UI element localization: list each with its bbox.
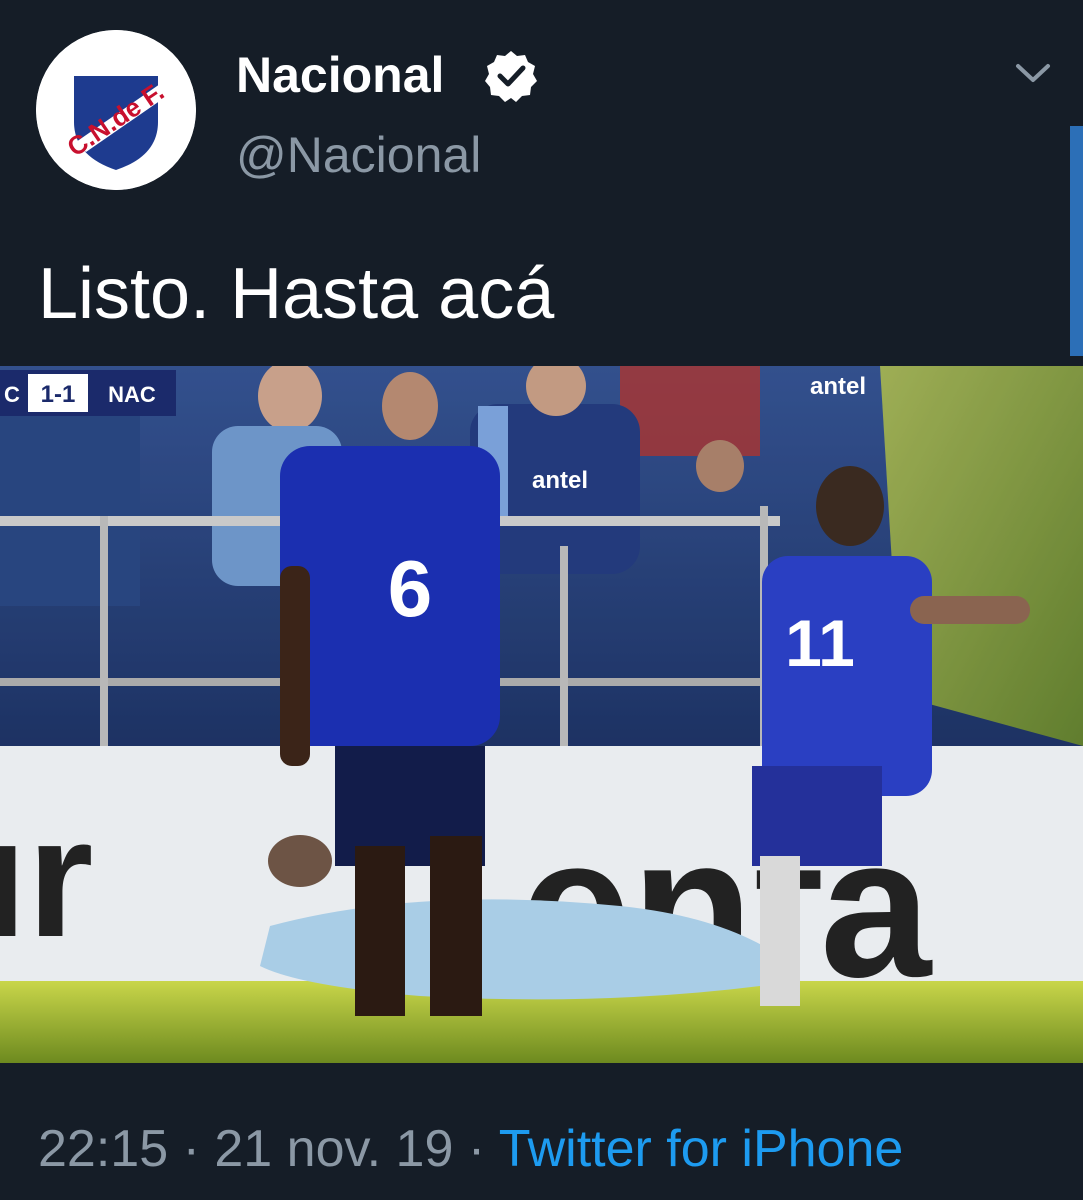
verified-badge-icon xyxy=(485,51,537,102)
scroll-indicator xyxy=(1070,126,1083,356)
svg-text:ır: ır xyxy=(0,783,93,973)
club-crest-icon: C.N.de F. xyxy=(36,30,196,190)
sponsor-top-text: antel xyxy=(810,373,866,400)
tweet-meta: 22:15 · 21 nov. 19 · Twitter for iPhone xyxy=(38,1118,903,1180)
scoreboard-score: 1-1 xyxy=(41,381,76,408)
chevron-down-icon[interactable] xyxy=(1010,56,1056,92)
tweet-source-link[interactable]: Twitter for iPhone xyxy=(499,1120,904,1178)
tweet-media-video[interactable]: ır enfa 6 11 antel antel C 1-1 NAC xyxy=(0,366,1083,1063)
scoreboard-left-team: C xyxy=(4,382,20,407)
meta-separator: · xyxy=(182,1120,200,1178)
display-name[interactable]: Nacional xyxy=(236,46,444,104)
meta-separator: · xyxy=(467,1120,486,1178)
scoreboard: C 1-1 NAC xyxy=(0,370,176,416)
video-frame: ır enfa 6 11 antel antel C 1-1 NAC xyxy=(0,366,1083,1063)
sponsor-shirt-text: antel xyxy=(532,467,588,494)
tweet-time: 22:15 xyxy=(38,1120,169,1178)
user-handle[interactable]: @Nacional xyxy=(236,126,481,184)
avatar[interactable]: C.N.de F. xyxy=(36,30,196,190)
player-number-11: 11 xyxy=(785,606,855,680)
tweet-date[interactable]: 21 nov. 19 xyxy=(214,1120,453,1178)
scoreboard-right-team: NAC xyxy=(108,382,156,407)
player-number-6: 6 xyxy=(388,544,433,633)
tweet-text: Listo. Hasta acá xyxy=(38,254,555,334)
tweet-card[interactable]: C.N.de F. Nacional @Nacional Listo. Hast… xyxy=(0,0,1083,1200)
